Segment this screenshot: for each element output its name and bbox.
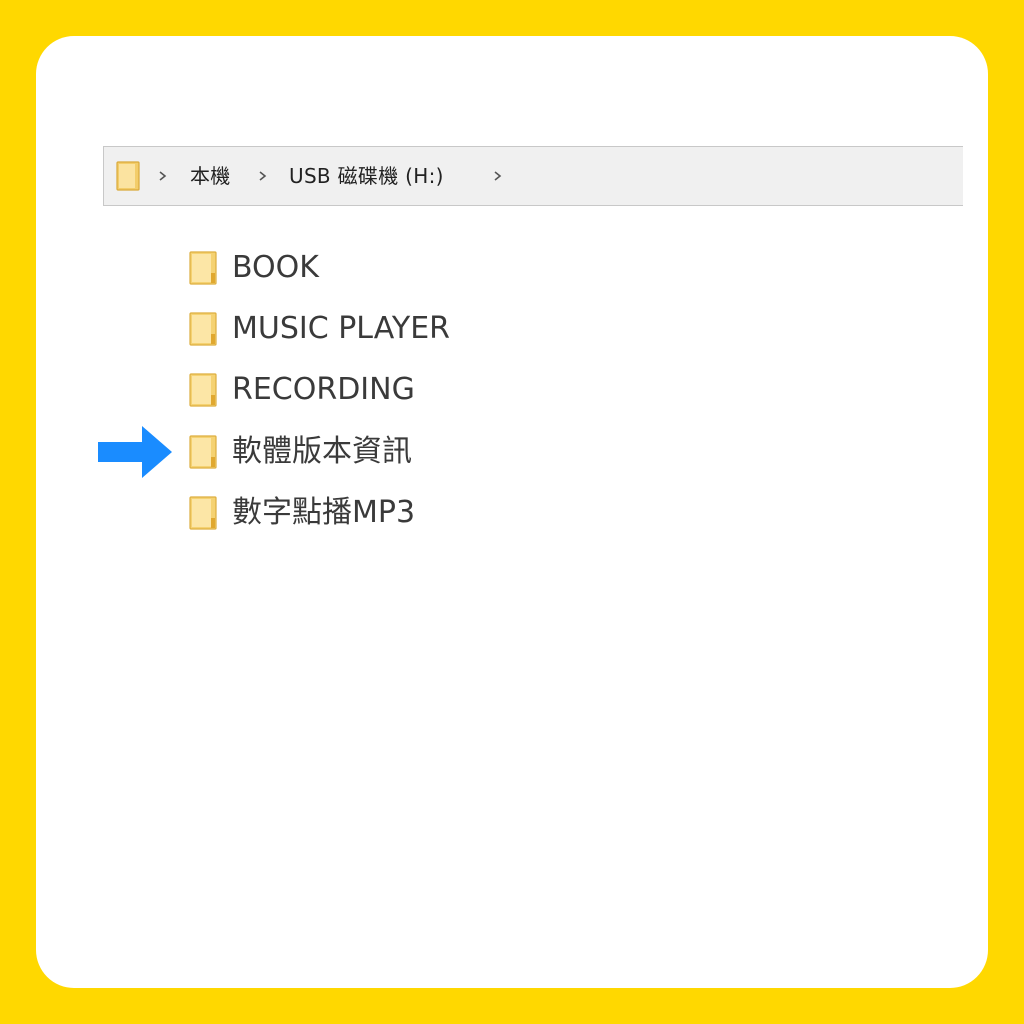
breadcrumb-this-pc[interactable]: 本機 <box>190 163 231 189</box>
address-bar[interactable]: 本機 USB 磁碟機 (H:) <box>103 146 963 206</box>
folder-name: MUSIC PLAYER <box>232 311 451 346</box>
folder-item-book[interactable]: BOOK <box>189 248 319 288</box>
folder-item-recording[interactable]: RECORDING <box>189 370 415 410</box>
folder-icon <box>189 251 217 285</box>
chevron-right-icon[interactable] <box>156 166 170 186</box>
folder-name: 數字點播MP3 <box>232 495 416 530</box>
folder-icon <box>189 373 217 407</box>
folder-icon <box>189 312 217 346</box>
folder-icon <box>189 496 217 530</box>
folder-icon <box>189 435 217 469</box>
folder-item-software-version[interactable]: 軟體版本資訊 <box>189 432 412 472</box>
chevron-right-icon[interactable] <box>256 166 270 186</box>
chevron-right-icon[interactable] <box>491 166 505 186</box>
folder-icon <box>116 161 140 191</box>
folder-item-digital-mp3[interactable]: 數字點播MP3 <box>189 493 415 533</box>
folder-name: RECORDING <box>232 372 415 407</box>
breadcrumb-usb-drive[interactable]: USB 磁碟機 (H:) <box>289 163 444 189</box>
arrow-right-icon <box>98 426 172 478</box>
folder-name: 軟體版本資訊 <box>232 434 412 469</box>
content-card: 本機 USB 磁碟機 (H:) BOOK MUSIC PLAYER RECORD… <box>36 36 988 988</box>
folder-item-music-player[interactable]: MUSIC PLAYER <box>189 309 450 349</box>
folder-name: BOOK <box>232 250 319 285</box>
